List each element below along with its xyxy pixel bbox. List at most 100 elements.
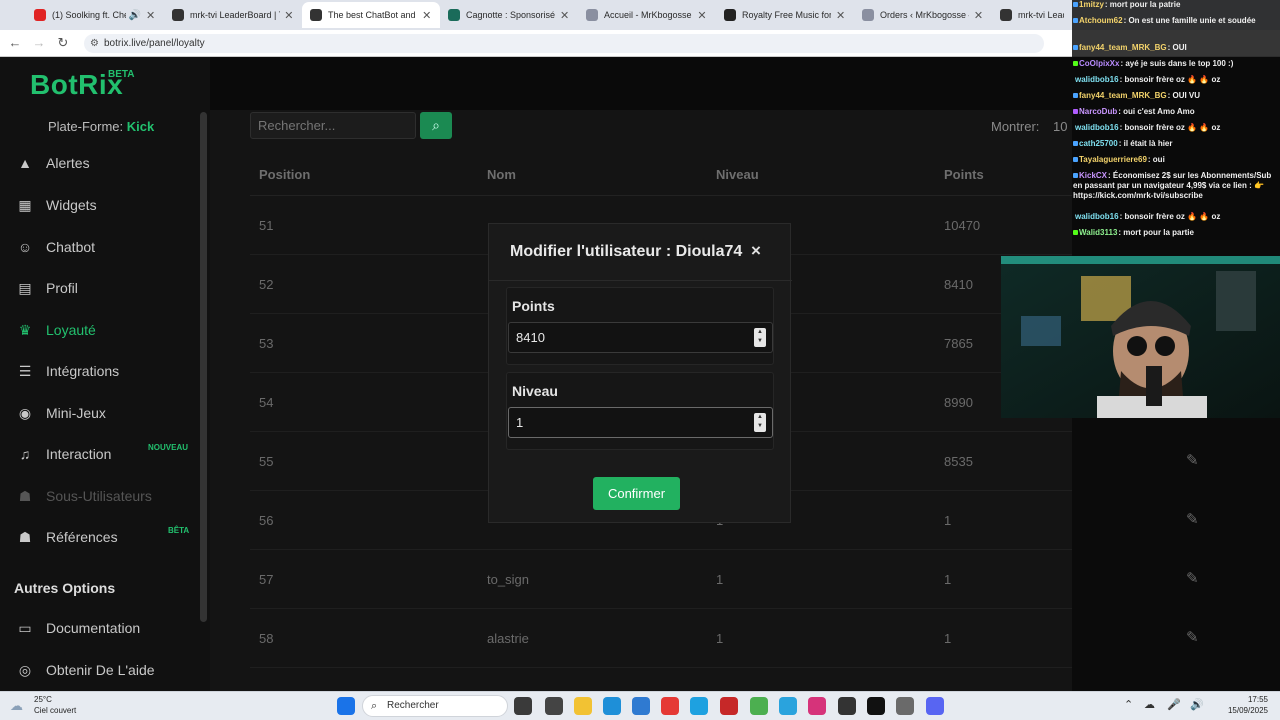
weather-description[interactable]: Ciel couvert	[34, 706, 76, 715]
taskbar-date[interactable]: 15/09/2025	[1220, 706, 1268, 715]
column-header-points[interactable]: Points	[944, 167, 984, 182]
sidebar-scrollbar[interactable]	[200, 112, 207, 622]
close-tab-icon[interactable]: ✕	[835, 9, 846, 22]
app-icon[interactable]	[720, 697, 738, 715]
url-field[interactable]: ⚙ botrix.live/panel/loyalty	[84, 34, 1044, 53]
discord-icon[interactable]	[926, 697, 944, 715]
browser-tab[interactable]: Royalty Free Music for Vi ✕	[716, 2, 854, 28]
instagram-icon[interactable]	[808, 697, 826, 715]
page-size-select[interactable]: 10	[1053, 119, 1067, 134]
taskbar-search[interactable]: ⌕ Rechercher	[362, 695, 508, 717]
chat-message: Tayalaguerriere69: oui	[1073, 155, 1279, 165]
stepper-up-icon[interactable]: ▲	[754, 328, 766, 337]
browser-tab[interactable]: mrk-tvi LeaderBoard | The ✕	[164, 2, 302, 28]
browser-tab[interactable]: Orders ‹ MrKbogosse — ✕	[854, 2, 992, 28]
cell-points: 1	[944, 631, 952, 646]
store-icon[interactable]	[632, 697, 650, 715]
sidebar-item-chatbot[interactable]: ☺ Chatbot	[16, 234, 196, 260]
windows-start-icon[interactable]	[337, 697, 355, 715]
back-arrow-icon[interactable]: ←	[6, 34, 24, 52]
browser-tab-active[interactable]: The best ChatBot and Wi ✕	[302, 2, 440, 28]
close-tab-icon[interactable]: ✕	[559, 9, 570, 22]
task-view-icon[interactable]	[514, 697, 532, 715]
badge-icon	[1073, 18, 1078, 24]
app-icon[interactable]	[690, 697, 708, 715]
settings-icon[interactable]	[896, 697, 914, 715]
close-tab-icon[interactable]: ✕	[145, 9, 156, 22]
weather-temperature[interactable]: 25°C	[34, 695, 52, 704]
edit-pencil-icon[interactable]: ✎	[1186, 628, 1199, 646]
sidebar-item-sous-utilisateurs[interactable]: ☗ Sous-Utilisateurs	[16, 483, 196, 509]
column-header-niveau[interactable]: Niveau	[716, 167, 759, 182]
weather-icon[interactable]: ☁	[10, 698, 23, 714]
microphone-icon[interactable]: 🎤	[1167, 698, 1181, 711]
edit-pencil-icon[interactable]: ✎	[1186, 451, 1199, 469]
browser-tab[interactable]: mrk-tvi LeaderBoard	[992, 2, 1072, 28]
sidebar-item-aide[interactable]: ◎ Obtenir De L'aide	[16, 657, 196, 683]
search-input[interactable]	[250, 112, 416, 139]
confirm-button[interactable]: Confirmer	[593, 477, 680, 510]
speaker-icon[interactable]: 🔊	[1190, 698, 1204, 711]
browser-tab[interactable]: Accueil - MrKbogosse ✕	[578, 2, 716, 28]
terminal-icon[interactable]	[838, 697, 856, 715]
reload-icon[interactable]: ↻	[54, 34, 72, 52]
sidebar-item-alertes[interactable]: ▲ Alertes	[16, 150, 196, 176]
site-settings-icon[interactable]: ⚙	[90, 34, 99, 53]
chat-message: walidbob16: bonsoir frère oz 🔥 🔥 oz	[1073, 212, 1279, 222]
search-button[interactable]: ⌕	[420, 112, 452, 139]
speaker-icon[interactable]: 🔊	[129, 10, 141, 21]
sidebar-item-integrations[interactable]: ☰ Intégrations	[16, 358, 196, 384]
column-header-position[interactable]: Position	[259, 167, 310, 182]
browser-tab[interactable]: (1) Soolking ft. Cheb 🔊 ✕	[26, 2, 164, 28]
edge-icon[interactable]	[603, 697, 621, 715]
robot-icon: ☺	[17, 239, 33, 255]
edit-pencil-icon[interactable]: ✎	[1186, 510, 1199, 528]
chat-username: cath25700	[1079, 139, 1118, 148]
modal-title: Modifier l'utilisateur : Dioula74	[510, 243, 743, 260]
sidebar-item-loyaute[interactable]: ♛ Loyauté	[16, 317, 196, 343]
platform-label: Plate-Forme:	[48, 119, 124, 134]
stepper-down-icon[interactable]: ▼	[754, 422, 766, 431]
cell-position: 57	[259, 572, 274, 587]
platform-value[interactable]: Kick	[127, 119, 154, 134]
chrome-icon[interactable]	[750, 697, 768, 715]
cloud-icon[interactable]: ☁	[1144, 698, 1155, 711]
close-tab-icon[interactable]: ✕	[973, 9, 984, 22]
chat-message: walidbob16: bonsoir frère oz 🔥 🔥 oz	[1073, 75, 1279, 85]
chat-message: cath25700: il était là hier	[1073, 139, 1279, 149]
cell-points: 8535	[944, 454, 973, 469]
app-icon[interactable]	[545, 697, 563, 715]
cell-name: alastrie	[487, 631, 529, 646]
chat-text: : oui c'est Amo Amo	[1118, 107, 1195, 116]
tiktok-icon[interactable]	[867, 697, 885, 715]
chat-text: : mort pour la patrie	[1104, 0, 1181, 9]
telegram-icon[interactable]	[779, 697, 797, 715]
sidebar-item-mini-jeux[interactable]: ◉ Mini-Jeux	[16, 400, 196, 426]
points-input[interactable]	[508, 322, 773, 353]
sidebar-item-profil[interactable]: ▤ Profil	[16, 275, 196, 301]
points-stepper[interactable]: ▲ ▼	[754, 328, 766, 347]
level-stepper[interactable]: ▲ ▼	[754, 413, 766, 432]
taskbar-time[interactable]: 17:55	[1224, 695, 1268, 704]
close-tab-icon[interactable]: ✕	[421, 9, 432, 22]
sidebar-item-widgets[interactable]: ▦ Widgets	[16, 192, 196, 218]
level-label: Niveau	[512, 383, 558, 399]
browser-tab[interactable]: Cagnotte : Sponsorisé la ✕	[440, 2, 578, 28]
file-explorer-icon[interactable]	[574, 697, 592, 715]
app-icon[interactable]	[661, 697, 679, 715]
stepper-up-icon[interactable]: ▲	[754, 413, 766, 422]
stepper-down-icon[interactable]: ▼	[754, 337, 766, 346]
level-input[interactable]	[508, 407, 773, 438]
column-header-nom[interactable]: Nom	[487, 167, 516, 182]
forward-arrow-icon[interactable]: →	[30, 34, 48, 52]
chat-text: : bonsoir frère oz 🔥 🔥 oz	[1119, 75, 1221, 84]
botrix-icon	[310, 9, 322, 21]
document-icon: ▭	[18, 620, 32, 636]
music-icon: ♫	[19, 446, 31, 462]
close-tab-icon[interactable]: ✕	[696, 9, 708, 22]
close-tab-icon[interactable]: ✕	[284, 9, 294, 22]
close-icon[interactable]: ×	[751, 241, 761, 261]
chevron-up-icon[interactable]: ⌃	[1124, 698, 1133, 711]
edit-pencil-icon[interactable]: ✎	[1186, 569, 1199, 587]
sidebar-item-documentation[interactable]: ▭ Documentation	[16, 615, 196, 641]
